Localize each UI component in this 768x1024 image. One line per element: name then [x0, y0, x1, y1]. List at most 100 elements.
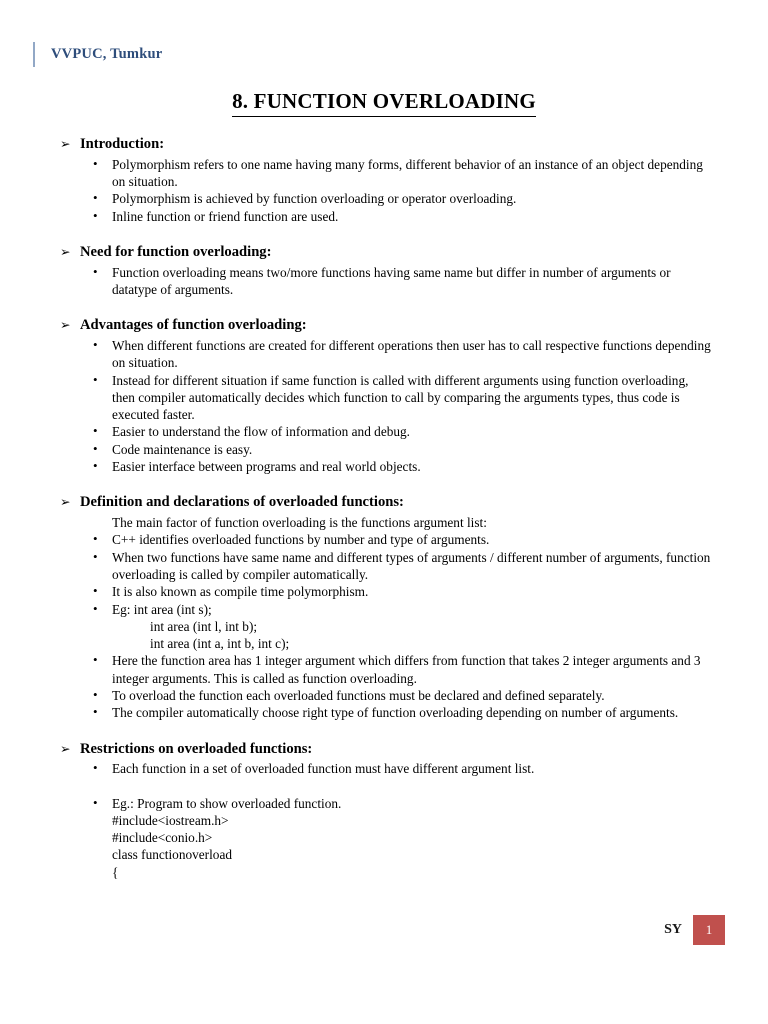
section-introduction: ➢ Introduction: • Polymorphism refers to… [60, 136, 713, 225]
bullet-list: • Polymorphism refers to one name having… [60, 156, 713, 225]
list-item: • Easier to understand the flow of infor… [60, 423, 713, 440]
dot-bullet-icon: • [93, 371, 98, 387]
list-item: • Each function in a set of overloaded f… [60, 760, 713, 777]
section-restrictions-on-overloaded-functions: ➢ Restrictions on overloaded functions: … [60, 741, 713, 881]
bullet-list: • Function overloading means two/more fu… [60, 264, 713, 299]
list-item-text: Easier interface between programs and re… [112, 459, 421, 475]
example-first-line: Eg: int area (int s); [112, 601, 212, 617]
section-advantages-of-function-overloading: ➢ Advantages of function overloading: • … [60, 317, 713, 475]
arrow-bullet-icon: ➢ [60, 318, 71, 333]
arrow-bullet-icon: ➢ [60, 137, 71, 151]
header-title: VVPUC, Tumkur [51, 45, 163, 62]
section-heading: ➢ Restrictions on overloaded functions: [60, 741, 713, 759]
list-item-text: Function overloading means two/more func… [112, 264, 671, 297]
arrow-bullet-icon: ➢ [60, 741, 71, 756]
dot-bullet-icon: • [93, 458, 98, 474]
example-continuation-line: int area (int a, int b, int c); [150, 636, 290, 652]
section-heading: ➢ Need for function overloading: [60, 244, 713, 262]
dot-bullet-icon: • [93, 548, 98, 564]
program-caption: Eg.: Program to show overloaded function… [112, 795, 342, 811]
list-item-text: Polymorphism is achieved by function ove… [112, 191, 517, 207]
program-code-line: #include<conio.h> [112, 830, 213, 846]
program-code-line: { [112, 864, 119, 880]
list-item-text: When different functions are created for… [112, 338, 711, 371]
list-item-example: • Eg: int area (int s); int area (int l,… [60, 601, 713, 653]
list-item: • C++ identifies overloaded functions by… [60, 531, 713, 548]
document-header: VVPUC, Tumkur [33, 40, 162, 68]
list-item: • When different functions are created f… [60, 337, 713, 372]
footer-label: SY [664, 922, 682, 937]
example-continuation-line: int area (int l, int b); [150, 618, 258, 634]
dot-bullet-icon: • [93, 583, 98, 599]
list-item-text: Here the function area has 1 integer arg… [112, 653, 701, 686]
arrow-bullet-icon: ➢ [60, 244, 71, 259]
list-item: • Polymorphism refers to one name having… [60, 156, 713, 191]
page-title-text: 8. FUNCTION OVERLOADING [232, 89, 536, 117]
list-item: • Instead for different situation if sam… [60, 372, 713, 424]
dot-bullet-icon: • [93, 600, 98, 616]
section-heading-label: Advantages of function overloading: [80, 317, 307, 334]
list-item-text: C++ identifies overloaded functions by n… [112, 532, 490, 548]
bullet-list: • When different functions are created f… [60, 337, 713, 475]
program-code-line: #include<iostream.h> [112, 812, 229, 828]
list-item-text: Easier to understand the flow of informa… [112, 424, 410, 440]
dot-bullet-icon: • [93, 263, 98, 279]
list-item: • Easier interface between programs and … [60, 458, 713, 475]
dot-bullet-icon: • [93, 423, 98, 439]
program-block: Eg.: Program to show overloaded function… [112, 795, 713, 881]
list-item-text: When two functions have same name and di… [112, 549, 711, 582]
dot-bullet-icon: • [93, 531, 98, 547]
bullet-list-program: • Eg.: Program to show overloaded functi… [60, 795, 713, 881]
example-block: Eg: int area (int s); int area (int l, i… [112, 601, 713, 653]
section-heading-label: Need for function overloading: [80, 243, 272, 260]
list-item: • Inline function or friend function are… [60, 208, 713, 225]
dot-bullet-icon: • [93, 207, 98, 223]
dot-bullet-icon: • [93, 794, 98, 810]
section-heading: ➢ Advantages of function overloading: [60, 317, 713, 335]
list-item-text: Polymorphism refers to one name having m… [112, 156, 703, 190]
dot-bullet-icon: • [93, 760, 98, 776]
list-item: • Here the function area has 1 integer a… [60, 652, 713, 687]
section-heading: ➢ Introduction: [60, 136, 713, 154]
section-heading-label: Introduction: [80, 136, 165, 152]
dot-bullet-icon: • [93, 440, 98, 456]
document-body: ➢ Introduction: • Polymorphism refers to… [0, 136, 768, 881]
arrow-bullet-icon: ➢ [60, 495, 71, 510]
list-item: • It is also known as compile time polym… [60, 583, 713, 600]
list-item: • Function overloading means two/more fu… [60, 264, 713, 299]
list-item-text: To overload the function each overloaded… [112, 687, 605, 703]
section-need-for-function-overloading: ➢ Need for function overloading: • Funct… [60, 244, 713, 298]
list-item-text: Inline function or friend function are u… [112, 208, 339, 224]
list-item-text: The compiler automatically choose right … [112, 705, 679, 721]
section-heading-label: Restrictions on overloaded functions: [80, 740, 313, 757]
list-item-text: It is also known as compile time polymor… [112, 584, 369, 600]
header-accent-bar [33, 41, 35, 67]
section-lead-line: The main factor of function overloading … [112, 515, 487, 531]
document-page: VVPUC, Tumkur 8. FUNCTION OVERLOADING ➢ … [0, 0, 768, 1024]
list-item: • The compiler automatically choose righ… [60, 704, 713, 721]
list-item: • When two functions have same name and … [60, 549, 713, 584]
list-item: • To overload the function each overload… [60, 687, 713, 704]
list-item-text: Instead for different situation if same … [112, 372, 689, 423]
section-heading-label: Definition and declarations of overloade… [80, 494, 404, 511]
dot-bullet-icon: • [93, 652, 98, 668]
list-item-text: Each function in a set of overloaded fun… [112, 761, 535, 777]
dot-bullet-icon: • [93, 190, 98, 206]
bullet-list: • C++ identifies overloaded functions by… [60, 531, 713, 721]
dot-bullet-icon: • [93, 337, 98, 353]
page-number-badge: 1 [693, 915, 725, 945]
section-definition-and-declarations: ➢ Definition and declarations of overloa… [60, 494, 713, 721]
dot-bullet-icon: • [93, 686, 98, 702]
dot-bullet-icon: • [93, 155, 98, 171]
list-item: • Polymorphism is achieved by function o… [60, 190, 713, 207]
page-title: 8. FUNCTION OVERLOADING [0, 89, 768, 117]
dot-bullet-icon: • [93, 704, 98, 720]
list-item: • Code maintenance is easy. [60, 441, 713, 458]
section-heading: ➢ Definition and declarations of overloa… [60, 494, 713, 512]
program-code-line: class functionoverload [112, 847, 233, 863]
list-item-text: Code maintenance is easy. [112, 441, 253, 457]
bullet-list: • Each function in a set of overloaded f… [60, 760, 713, 777]
document-footer: SY 1 [664, 915, 725, 945]
list-item-program: • Eg.: Program to show overloaded functi… [60, 795, 713, 881]
